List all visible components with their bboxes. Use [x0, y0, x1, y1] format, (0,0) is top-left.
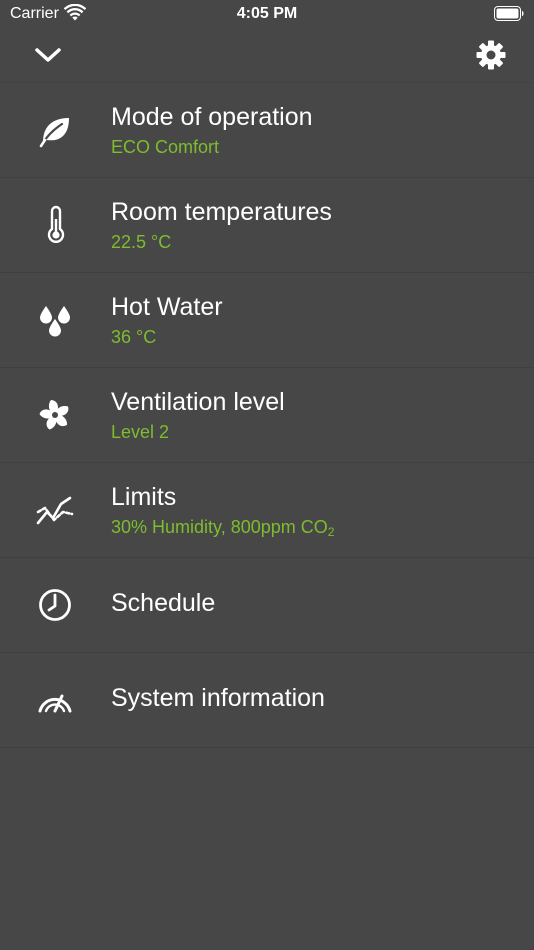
- fan-icon: [39, 400, 69, 430]
- menu-item-ventilation-level[interactable]: Ventilation level Level 2: [0, 368, 534, 463]
- menu-item-system-information[interactable]: System information: [0, 653, 534, 748]
- top-toolbar: [0, 28, 534, 83]
- menu-item-room-temperatures[interactable]: Room temperatures 22.5 °C: [0, 178, 534, 273]
- clock-icon: [39, 589, 71, 621]
- menu-item-limits[interactable]: Limits 30% Humidity, 800ppm CO2: [0, 463, 534, 558]
- trend-chart-icon: [36, 496, 74, 525]
- menu-item-title: Schedule: [111, 589, 216, 617]
- thermometer-icon: [47, 205, 65, 243]
- leaf-icon: [39, 118, 69, 148]
- main-menu: Mode of operation ECO Comfort Room tempe…: [0, 83, 534, 748]
- limits-value-text: 30% Humidity, 800ppm CO: [111, 517, 328, 537]
- menu-item-hot-water[interactable]: Hot Water 36 °C: [0, 273, 534, 368]
- menu-item-value: ECO Comfort: [111, 137, 220, 157]
- menu-item-value: 22.5 °C: [111, 232, 172, 252]
- menu-item-value: 30% Humidity, 800ppm CO2: [111, 517, 334, 539]
- menu-item-title: System information: [111, 684, 325, 712]
- clock-time: 4:05 PM: [236, 5, 298, 22]
- co2-subscript: 2: [327, 525, 335, 539]
- menu-item-value: 36 °C: [111, 327, 157, 347]
- menu-item-title: Ventilation level: [111, 388, 285, 416]
- menu-item-title: Mode of operation: [111, 103, 313, 131]
- menu-item-title: Room temperatures: [111, 198, 332, 226]
- chevron-down-icon[interactable]: [33, 44, 63, 66]
- gear-icon[interactable]: [475, 39, 507, 71]
- menu-item-value: Level 2: [111, 422, 170, 442]
- battery-icon: [494, 6, 524, 21]
- gauge-icon: [38, 694, 72, 713]
- menu-item-mode-of-operation[interactable]: Mode of operation ECO Comfort: [0, 83, 534, 178]
- water-drops-icon: [40, 306, 70, 337]
- menu-item-schedule[interactable]: Schedule: [0, 558, 534, 653]
- status-bar: Carrier 4:05 PM: [0, 0, 534, 28]
- menu-item-title: Hot Water: [111, 293, 223, 321]
- menu-item-title: Limits: [111, 483, 177, 511]
